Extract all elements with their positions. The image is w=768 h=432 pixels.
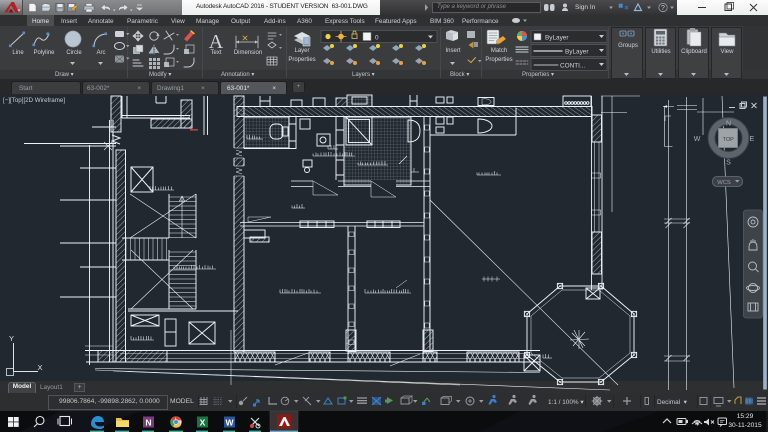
svg-text:ByLayer: ByLayer <box>545 35 569 42</box>
svg-text:0: 0 <box>375 35 379 42</box>
svg-text:CONTI...: CONTI... <box>560 63 585 70</box>
svg-text:A: A <box>209 31 224 53</box>
svg-text:N: N <box>145 418 151 428</box>
svg-text:?: ? <box>661 5 665 12</box>
svg-text:Y: Y <box>9 334 14 343</box>
svg-text:E: E <box>750 136 755 143</box>
svg-text:W: W <box>694 136 701 143</box>
svg-text:N: N <box>726 121 731 128</box>
svg-text:X: X <box>38 363 43 372</box>
svg-text:TOP: TOP <box>723 137 734 143</box>
svg-text:W: W <box>225 418 234 428</box>
svg-text:WCS: WCS <box>717 180 731 186</box>
svg-text:ByLayer: ByLayer <box>565 49 589 56</box>
svg-text:X: X <box>200 418 206 428</box>
svg-text:S: S <box>726 160 731 167</box>
